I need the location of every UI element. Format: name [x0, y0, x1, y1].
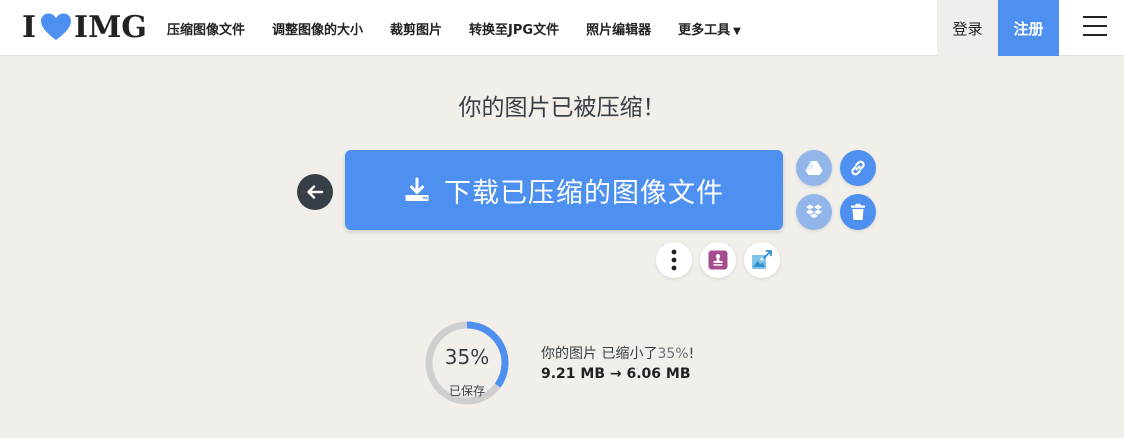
arrow-left-icon [307, 185, 324, 199]
link-icon [851, 160, 865, 176]
reduction-summary-suffix: ! [688, 346, 695, 362]
image-upscale-icon [752, 250, 772, 269]
watermark-tool-button[interactable] [700, 242, 736, 278]
download-compressed-button[interactable]: 下载已压缩的图像文件 [345, 150, 783, 230]
login-button[interactable]: 登录 [937, 0, 998, 56]
download-button-label: 下载已压缩的图像文件 [444, 177, 724, 209]
reduction-summary-percent: 35% [657, 346, 689, 362]
download-icon [405, 177, 429, 201]
more-options-button[interactable] [656, 242, 692, 278]
main-nav: 压缩图像文件 调整图像的大小 裁剪图片 转换至JPG文件 照片编辑器 更多工具 ▼ [167, 0, 768, 56]
copy-link-button[interactable] [840, 150, 876, 186]
page-title: 你的图片已被压缩！ [458, 95, 666, 121]
file-size-change: 9.21 MB → 6.06 MB [541, 366, 691, 382]
nav-crop-image[interactable]: 裁剪图片 [390, 19, 442, 38]
saved-percent-value: 35% [444, 345, 490, 369]
nav-convert-to-jpg[interactable]: 转换至JPG文件 [469, 19, 559, 38]
nav-more-tools-label: 更多工具 [678, 22, 731, 38]
hamburger-menu-icon[interactable] [1083, 16, 1107, 38]
reduction-summary: 你的图片 已缩小了35%! [541, 343, 694, 363]
saved-label: 已保存 [448, 384, 485, 398]
caret-down-icon: ▼ [733, 25, 741, 37]
vertical-dots-icon [671, 249, 677, 271]
iloveimg-logo[interactable]: I IMG [22, 9, 147, 45]
delete-button[interactable] [840, 194, 876, 230]
signup-button[interactable]: 注册 [998, 0, 1059, 56]
nav-compress-image[interactable]: 压缩图像文件 [167, 19, 245, 38]
reduction-summary-prefix: 你的图片 已缩小了 [541, 346, 658, 362]
back-button[interactable] [297, 174, 333, 210]
logo-letter-i: I [22, 9, 37, 45]
dropbox-icon [806, 204, 822, 219]
google-drive-icon [805, 161, 823, 175]
logo-text-img: IMG [74, 9, 147, 45]
save-to-google-drive-button[interactable] [796, 150, 832, 186]
nav-resize-image[interactable]: 调整图像的大小 [272, 19, 363, 38]
upscale-tool-button[interactable] [744, 242, 780, 278]
heart-icon [39, 12, 73, 42]
nav-photo-editor[interactable]: 照片编辑器 [586, 19, 651, 38]
top-navbar: I IMG 压缩图像文件 调整图像的大小 裁剪图片 转换至JPG文件 照片编辑器… [0, 0, 1124, 56]
stamp-icon [708, 250, 728, 270]
nav-more-tools[interactable]: 更多工具 ▼ [678, 19, 741, 38]
trash-icon [851, 203, 865, 220]
save-to-dropbox-button[interactable] [796, 194, 832, 230]
